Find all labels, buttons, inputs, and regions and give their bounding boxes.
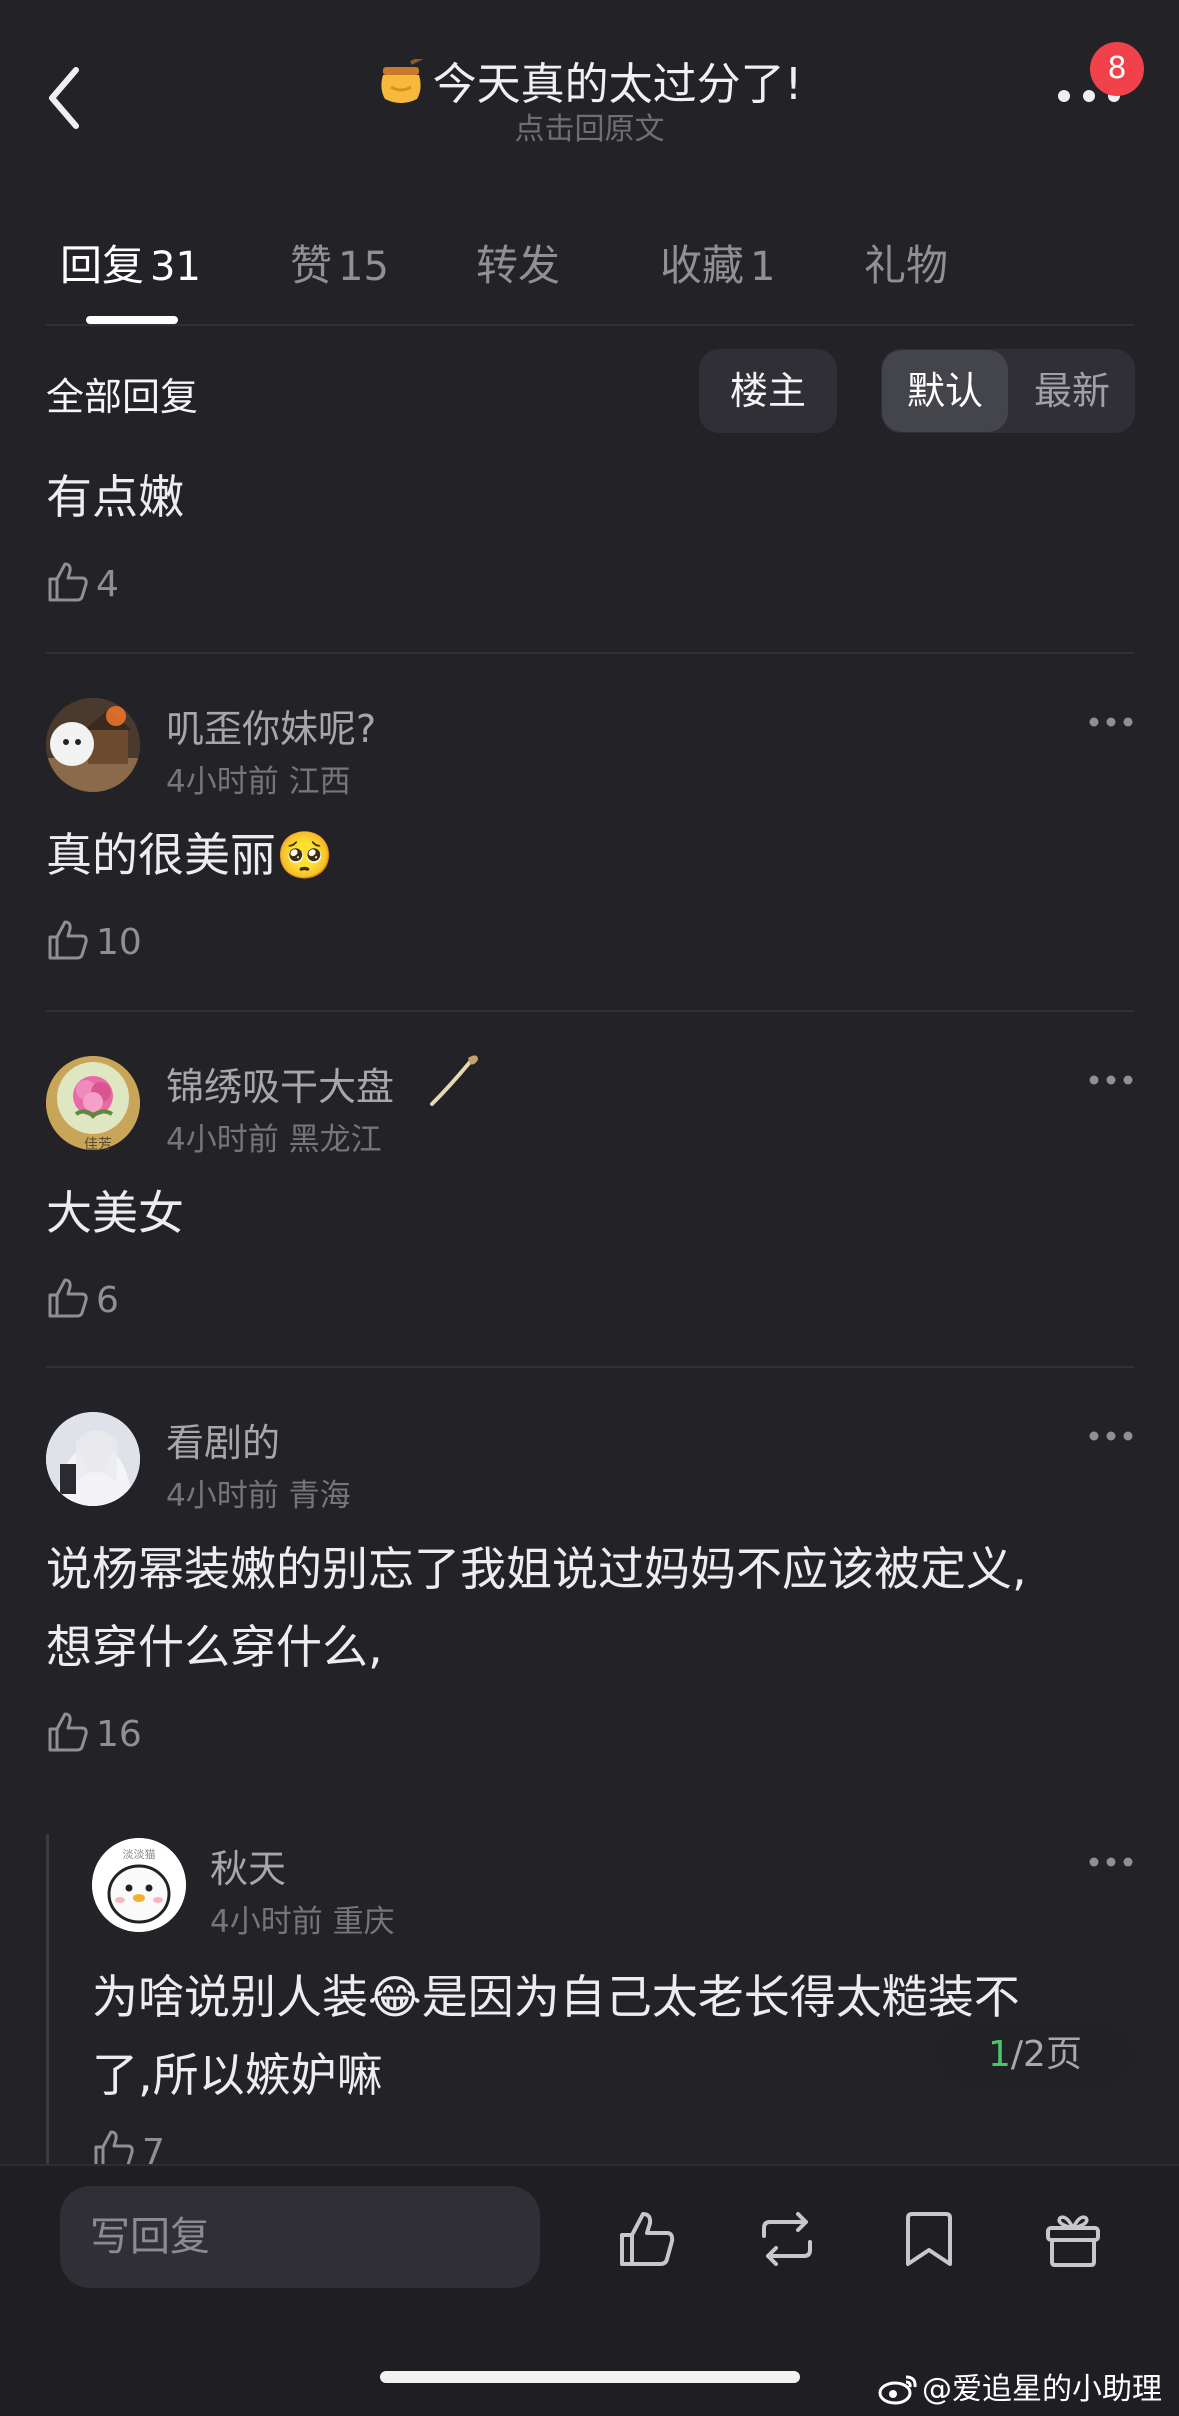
comment-more-icon[interactable] (1088, 716, 1134, 728)
tab-reposts[interactable]: 转发 (476, 232, 560, 293)
like-count: 16 (96, 1714, 142, 1755)
username[interactable]: 锦绣吸干大盘 (166, 1056, 394, 1111)
active-tab-indicator (86, 316, 178, 324)
comment-text-line-1: 说杨幂装嫩的别忘了我姐说过妈妈不应该被定义, (46, 1542, 1027, 1596)
gift-icon[interactable] (1042, 2208, 1104, 2270)
divider (46, 652, 1134, 654)
repost-icon[interactable] (756, 2208, 818, 2270)
tab-replies-label: 回复 (60, 241, 145, 290)
bookmark-icon[interactable] (898, 2208, 960, 2270)
like-button[interactable]: 4 (46, 560, 119, 605)
page-indicator[interactable]: 1/2页 (938, 2026, 1132, 2084)
weibo-logo-icon (878, 2375, 917, 2405)
like-count: 4 (96, 564, 119, 605)
reply-thread-line (46, 1834, 49, 2164)
post-title-text: 今天真的太过分了! (432, 59, 803, 110)
tab-likes-label: 赞 (290, 241, 333, 290)
comment-meta: 4小时前 重庆 (210, 1896, 395, 1941)
comment-text-line-2: 了,所以嫉妒嘛 (92, 2048, 383, 2102)
comment-text-body: 真的很美丽 (46, 828, 276, 882)
divider (46, 1366, 1134, 1368)
back-to-original-link[interactable]: 点击回原文 (0, 104, 1179, 148)
comment-text-part: 为啥说别人装 (92, 1970, 368, 2024)
comment-meta: 4小时前 黑龙江 (166, 1114, 382, 1159)
tab-likes[interactable]: 赞 15 (290, 232, 389, 293)
tab-gifts[interactable]: 礼物 (864, 232, 948, 293)
comment-text-line-1: 为啥说别人装😂是因为自己太老长得太糙装不 (92, 1958, 1020, 2036)
avatar-image (46, 1412, 140, 1506)
watermark-text: @爱追星的小助理 (922, 2372, 1162, 2407)
sort-default-button[interactable]: 默认 (882, 350, 1008, 432)
thumbs-up-icon (48, 1278, 88, 1318)
username[interactable]: 看剧的 (166, 1412, 280, 1467)
like-button[interactable]: 16 (46, 1710, 142, 1755)
comment-time: 4小时前 (166, 1478, 279, 1514)
watermark: @爱追星的小助理 (878, 2364, 1162, 2408)
tab-replies-count: 31 (150, 244, 201, 290)
thumbs-up-icon (48, 1712, 88, 1752)
pleading-face-emoji: 🥺 (276, 828, 334, 882)
reply-input[interactable]: 写回复 (60, 2186, 540, 2288)
tab-favorites-label: 收藏 (660, 241, 745, 290)
like-icon[interactable] (616, 2208, 678, 2270)
avatar[interactable] (46, 698, 140, 792)
avatar-image: 淡淡猫 (92, 1838, 186, 1932)
comment-more-icon[interactable] (1088, 1856, 1134, 1868)
avatar[interactable]: 淡淡猫 (92, 1838, 186, 1932)
home-indicator (380, 2371, 800, 2383)
comment-meta: 4小时前 江西 (166, 756, 351, 801)
comment-location: 重庆 (332, 1904, 395, 1940)
tab-favorites[interactable]: 收藏 1 (660, 232, 775, 293)
tab-gifts-label: 礼物 (864, 241, 949, 290)
like-button[interactable]: 6 (46, 1276, 119, 1321)
tab-replies[interactable]: 回复 31 (60, 232, 201, 293)
username[interactable]: 叽歪你妹呢? (166, 698, 376, 753)
divider (46, 324, 1134, 326)
avatar-caption: 佳芳 (84, 1137, 112, 1153)
honey-jar-icon (381, 59, 424, 103)
comment-text: 有点嫩 (46, 470, 184, 524)
notification-badge: 8 (1090, 42, 1144, 96)
tab-reposts-label: 转发 (476, 241, 561, 290)
comment-more-icon[interactable] (1088, 1430, 1134, 1442)
comment-location: 黑龙江 (288, 1122, 382, 1158)
current-page: 1 (988, 2034, 1011, 2075)
avatar[interactable] (46, 1412, 140, 1506)
op-only-button[interactable]: 楼主 (699, 349, 837, 433)
comment-meta: 4小时前 青海 (166, 1470, 351, 1515)
comment-time: 4小时前 (166, 764, 279, 800)
comment-location: 青海 (288, 1478, 351, 1514)
comment-text-line-2: 想穿什么穿什么, (46, 1620, 383, 1674)
comment-time: 4小时前 (210, 1904, 323, 1940)
thumbs-up-icon (48, 562, 88, 602)
like-count: 10 (96, 922, 142, 963)
comment-more-icon[interactable] (1088, 1074, 1134, 1086)
svg-text:淡淡猫: 淡淡猫 (123, 1848, 156, 1861)
divider (46, 1010, 1134, 1012)
tab-favorites-count: 1 (750, 244, 776, 290)
all-replies-heading: 全部回复 (46, 375, 199, 419)
like-button[interactable]: 10 (46, 918, 142, 963)
comment-text-part: 是因为自己太老长得太糙装不 (421, 1970, 1020, 2024)
comment-text: 大美女 (46, 1186, 184, 1240)
post-title[interactable]: 今天真的太过分了! (0, 48, 1179, 112)
sort-latest-button[interactable]: 最新 (1010, 350, 1134, 432)
avatar-image (46, 698, 140, 792)
thumbs-up-icon (48, 920, 88, 960)
comment-text: 真的很美丽🥺 (46, 816, 333, 894)
tab-likes-count: 15 (338, 244, 389, 290)
total-pages: /2页 (1010, 2034, 1082, 2075)
tears-of-joy-emoji: 😂 (368, 1970, 422, 2024)
like-count: 6 (96, 1280, 119, 1321)
comment-location: 江西 (288, 764, 351, 800)
comment-time: 4小时前 (166, 1122, 279, 1158)
brush-badge-icon (430, 1055, 478, 1106)
username[interactable]: 秋天 (210, 1838, 286, 1893)
